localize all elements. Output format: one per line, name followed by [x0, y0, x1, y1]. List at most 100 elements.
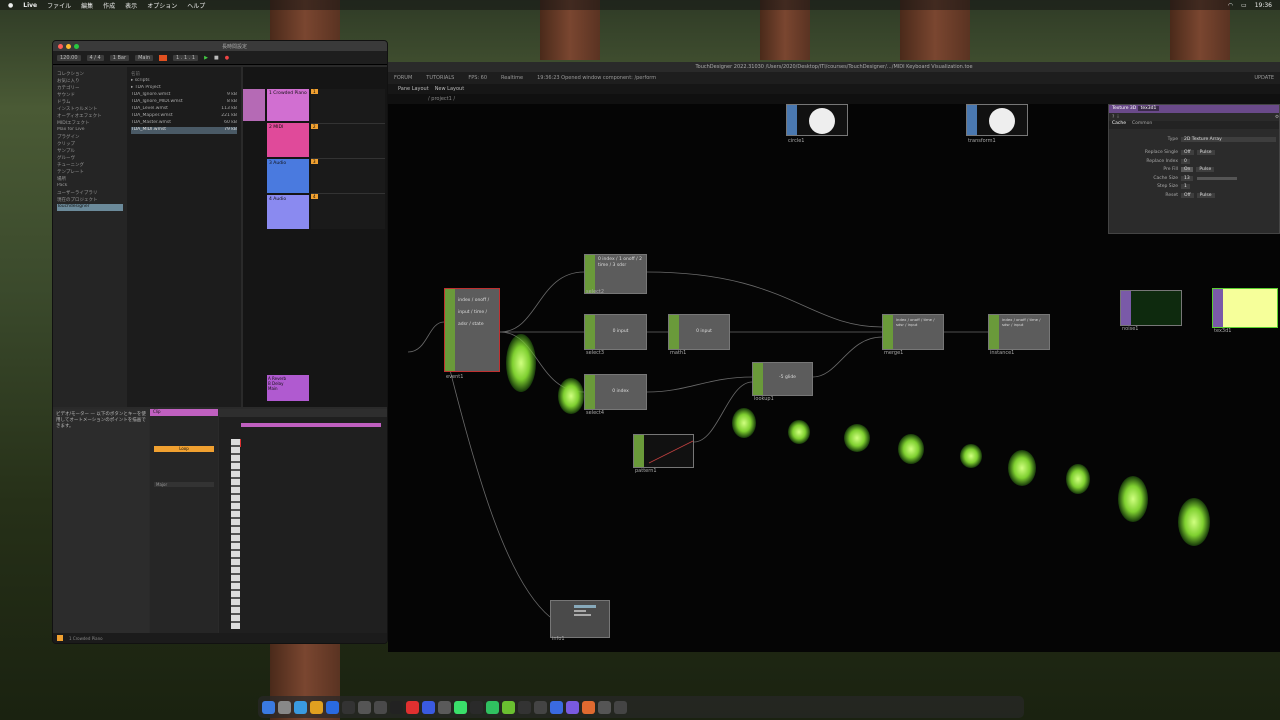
terminal-icon[interactable] — [342, 700, 355, 714]
browser-item[interactable]: Max for Live — [57, 127, 123, 134]
epic-icon[interactable] — [534, 700, 547, 714]
trash-icon[interactable] — [614, 700, 627, 714]
browser-item[interactable]: カテゴリー — [57, 85, 123, 92]
node-merge1[interactable]: index / onoff / time / sdsr / input — [882, 314, 944, 350]
node-event1[interactable]: index / onoff / input / time / adsr / st… — [444, 288, 500, 372]
track-header[interactable]: 3 Audio — [267, 159, 309, 193]
cache-size-field[interactable]: 13 — [1181, 175, 1193, 181]
browser-item[interactable]: Pack — [57, 183, 123, 190]
file-row[interactable]: TDA_Ignore.wmst 9 kB — [131, 92, 237, 99]
track-header[interactable]: 2 MIDI — [267, 123, 309, 157]
cache-size-slider[interactable] — [1196, 176, 1237, 180]
replace-single-toggle[interactable]: Off — [1181, 150, 1194, 156]
app-icon[interactable] — [406, 700, 419, 714]
app-icon[interactable] — [582, 700, 595, 714]
tab-common[interactable]: Common — [1132, 121, 1152, 129]
prefill-toggle[interactable]: On — [1181, 167, 1194, 173]
piano-roll[interactable] — [219, 409, 387, 633]
file-row[interactable]: ▸ scripts — [131, 78, 237, 85]
browser-item[interactable]: ドラム — [57, 99, 123, 106]
node-pattern1[interactable] — [633, 434, 694, 468]
close-icon[interactable] — [58, 43, 63, 49]
apple-icon[interactable]: ● — [8, 2, 13, 9]
browser-item[interactable]: 場所 — [57, 176, 123, 183]
pulse-button[interactable]: Pulse — [1196, 167, 1215, 173]
vscode-icon[interactable] — [326, 700, 339, 714]
node-transform1[interactable] — [966, 104, 1028, 136]
chrome-icon[interactable] — [310, 700, 323, 714]
track-header[interactable]: 4 Audio — [267, 195, 309, 229]
file-row-selected[interactable]: TDA_MIDI.wmst 79 kB — [131, 127, 237, 134]
browser-item-selected[interactable]: Touchdesigner — [57, 204, 123, 211]
safari-icon[interactable] — [294, 700, 307, 714]
launchpad-icon[interactable] — [278, 700, 291, 714]
info-icon[interactable]: i — [1117, 115, 1118, 120]
app-icon[interactable] — [438, 700, 451, 714]
browser-item[interactable]: サンプル — [57, 148, 123, 155]
play-icon[interactable]: ▶ — [204, 55, 208, 61]
browser-item[interactable]: ユーザーライブラリ — [57, 190, 123, 197]
facebook-icon[interactable] — [422, 700, 435, 714]
position-field[interactable]: 1 . 1 . 1 — [173, 54, 199, 61]
browser-item[interactable]: テンプレート — [57, 169, 123, 176]
app-icon[interactable] — [566, 700, 579, 714]
key-select[interactable]: Main — [135, 54, 153, 61]
record-button-icon[interactable]: ● — [225, 55, 229, 61]
file-row[interactable]: TDA_Mapper.wmst 221 kB — [131, 113, 237, 120]
browser-item[interactable]: プラグイン — [57, 134, 123, 141]
gear-icon[interactable]: ⚙ — [1275, 115, 1279, 120]
quantize-select[interactable]: 1 Bar — [109, 54, 130, 61]
node-tex3d1[interactable] — [1212, 288, 1278, 328]
menu-item-options[interactable]: オプション — [147, 1, 177, 10]
track-header[interactable]: 1 Crowded Piano — [267, 89, 309, 121]
file-row[interactable]: TDA_Level.wmst 113 kB — [131, 106, 237, 113]
wifi-icon[interactable]: ◠ — [1228, 2, 1233, 9]
node-math1[interactable]: 0 input — [668, 314, 730, 350]
minimize-icon[interactable] — [66, 43, 71, 49]
loop-bar[interactable] — [241, 423, 381, 427]
node-info1[interactable] — [550, 600, 610, 638]
piano-keys[interactable] — [231, 439, 240, 629]
track-arm-button[interactable]: 4 — [311, 194, 318, 199]
menu-app[interactable]: Live — [23, 2, 37, 9]
steam-icon[interactable] — [550, 700, 563, 714]
touchdesigner-icon[interactable] — [358, 700, 371, 714]
node-select3[interactable]: 0 input — [584, 314, 647, 350]
param-op-name[interactable]: tex3d1 — [1137, 106, 1160, 111]
pulse-button[interactable]: Pulse — [1196, 192, 1215, 198]
browser-item[interactable]: お気に入り — [57, 78, 123, 85]
loop-toggle[interactable]: Loop — [154, 446, 214, 452]
file-row[interactable]: ▸ TDA Project — [131, 85, 237, 92]
menu-item-help[interactable]: ヘルプ — [187, 1, 205, 10]
record-icon[interactable] — [159, 54, 167, 61]
clip-slot[interactable] — [243, 89, 265, 121]
zoom-icon[interactable] — [74, 43, 79, 49]
menu-item-edit[interactable]: 編集 — [81, 1, 93, 10]
help-icon[interactable]: ? — [1112, 115, 1114, 120]
spotify-icon[interactable] — [454, 700, 467, 714]
node-select4[interactable]: 0 index — [584, 374, 647, 410]
battery-icon[interactable]: ▭ — [1241, 2, 1247, 9]
return-track-name[interactable]: Main — [268, 386, 308, 391]
menu-item-create[interactable]: 作成 — [103, 1, 115, 10]
replace-index-field[interactable]: 0 — [1181, 158, 1190, 164]
browser-item[interactable]: チューニング — [57, 162, 123, 169]
step-size-field[interactable]: 1 — [1181, 184, 1190, 190]
browser-item[interactable]: MIDIエフェクト — [57, 120, 123, 127]
browser-item[interactable]: オーディオエフェクト — [57, 113, 123, 120]
finder-icon[interactable] — [262, 700, 275, 714]
notion-icon[interactable] — [470, 700, 483, 714]
app-icon[interactable] — [518, 700, 531, 714]
tempo-field[interactable]: 120.00 — [57, 54, 81, 61]
file-row[interactable]: TDA_Master.wmst 60 kB — [131, 120, 237, 127]
clock[interactable]: 19:36 — [1255, 2, 1272, 9]
pulse-button[interactable]: Pulse — [1196, 150, 1215, 156]
browser-item[interactable]: クリップ — [57, 141, 123, 148]
scale-select[interactable]: Major — [154, 482, 214, 487]
node-circle1[interactable] — [786, 104, 848, 136]
type-select[interactable]: 2D Texture Array — [1181, 136, 1276, 142]
browser-item[interactable]: 現在のプロジェクト — [57, 197, 123, 204]
app-icon[interactable] — [374, 700, 387, 714]
app-icon[interactable] — [502, 700, 515, 714]
menu-item-view[interactable]: 表示 — [125, 1, 137, 10]
